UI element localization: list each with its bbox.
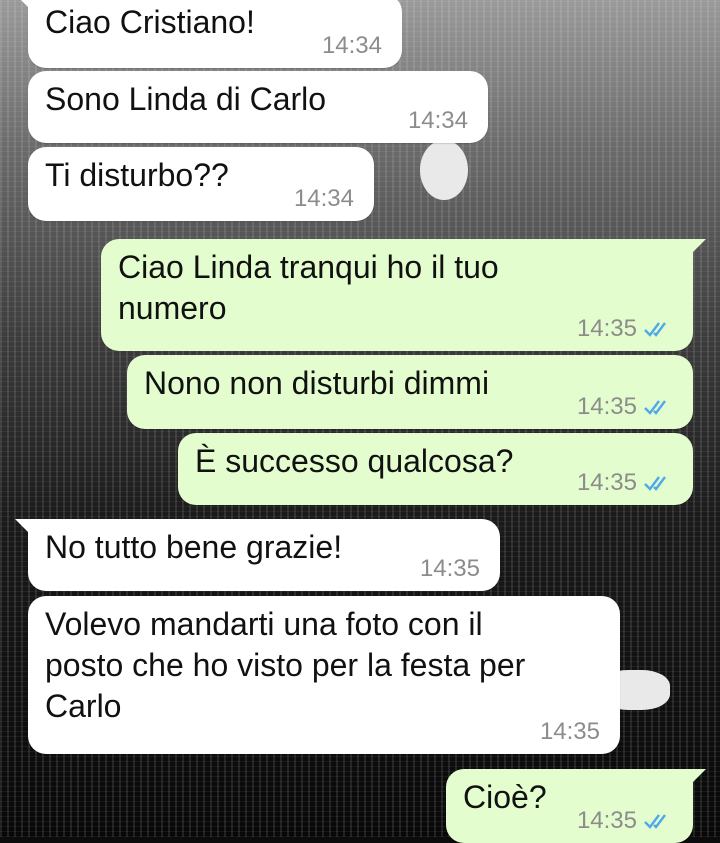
message-text: Volevo mandarti una foto con il posto ch…	[45, 606, 526, 724]
message-time: 14:34	[321, 32, 382, 59]
message-text: No tutto bene grazie!	[45, 529, 343, 565]
message-time: 14:34	[293, 185, 354, 212]
message-text: Sono Linda di Carlo	[45, 81, 327, 117]
message-text: Ciao Cristiano!	[45, 4, 255, 40]
message-time: 14:35	[576, 393, 637, 420]
message-meta: 14:35	[577, 470, 673, 496]
outgoing-message[interactable]: Cioè? 14:35	[446, 769, 706, 843]
incoming-message[interactable]: Ti disturbo?? 14:34	[28, 147, 374, 221]
message-time: 14:35	[419, 555, 480, 582]
incoming-message[interactable]: Volevo mandarti una foto con il posto ch…	[28, 596, 620, 754]
wallpaper-shape	[420, 140, 468, 200]
message-meta: 14:34	[408, 108, 468, 134]
message-meta: 14:34	[322, 33, 382, 59]
double-check-icon	[644, 322, 666, 337]
incoming-message[interactable]: No tutto bene grazie! 14:35	[15, 519, 500, 591]
message-meta: 14:35	[577, 808, 673, 834]
outgoing-message[interactable]: È successo qualcosa? 14:35	[178, 433, 693, 505]
message-text: È successo qualcosa?	[195, 443, 514, 479]
message-text: Ciao Linda tranqui ho il tuo numero	[118, 249, 499, 326]
message-meta: 14:35	[577, 394, 673, 420]
message-text: Nono non disturbi dimmi	[144, 365, 490, 401]
outgoing-message[interactable]: Nono non disturbi dimmi 14:35	[127, 355, 693, 429]
message-meta: 14:35	[540, 719, 600, 745]
message-time: 14:35	[576, 807, 637, 834]
incoming-message[interactable]: Ciao Cristiano! 14:34	[15, 0, 402, 68]
double-check-icon	[644, 400, 666, 415]
outgoing-message[interactable]: Ciao Linda tranqui ho il tuo numero 14:3…	[101, 239, 706, 351]
incoming-message[interactable]: Sono Linda di Carlo 14:34	[28, 71, 488, 143]
message-time: 14:34	[407, 107, 468, 134]
message-meta: 14:34	[294, 186, 354, 212]
message-meta: 14:35	[577, 316, 673, 342]
message-text: Ti disturbo??	[45, 157, 229, 193]
message-time: 14:35	[539, 718, 600, 745]
message-time: 14:35	[576, 315, 637, 342]
double-check-icon	[644, 476, 666, 491]
double-check-icon	[644, 814, 666, 829]
message-time: 14:35	[576, 469, 637, 496]
message-text: Cioè?	[463, 779, 547, 815]
message-meta: 14:35	[420, 556, 480, 582]
